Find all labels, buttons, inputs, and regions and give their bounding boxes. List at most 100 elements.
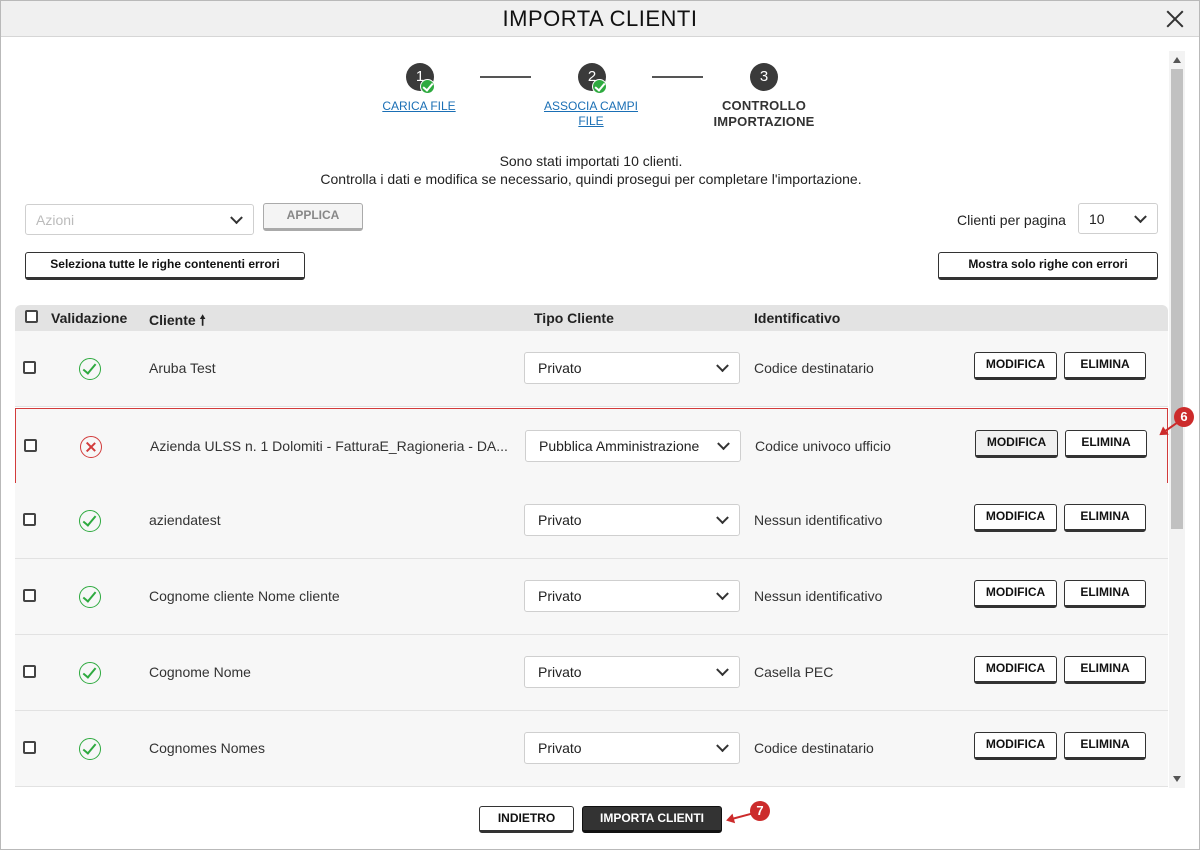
validation-ok-icon (79, 738, 101, 760)
step-1-link[interactable]: CARICA FILE (369, 99, 469, 114)
header-client-label: Cliente (149, 312, 196, 328)
row-checkbox[interactable] (23, 513, 36, 526)
table-row: aziendatest Privato Nessun identificativo M… (15, 483, 1168, 559)
validation-ok-icon (79, 358, 101, 380)
client-type-value: Pubblica Amministrazione (539, 438, 700, 454)
step-2-link[interactable]: ASSOCIA CAMPI FILE (536, 99, 646, 129)
client-type-select[interactable]: Privato (524, 656, 740, 688)
scroll-up-icon[interactable] (1173, 57, 1181, 63)
identifier: Codice destinatario (754, 360, 874, 376)
edit-button[interactable]: MODIFICA (974, 580, 1057, 608)
show-error-rows-button[interactable]: Mostra solo righe con errori (938, 252, 1158, 280)
apply-button[interactable]: APPLICA (263, 203, 363, 231)
validation-ok-icon (79, 662, 101, 684)
dialog-title: IMPORTA CLIENTI (502, 6, 698, 31)
sort-up-icon: 🠕 (199, 312, 206, 328)
back-button[interactable]: INDIETRO (479, 806, 574, 833)
chevron-down-icon (716, 663, 729, 677)
actions-select[interactable]: Azioni (25, 204, 254, 235)
per-page-select[interactable]: 10 (1078, 203, 1158, 234)
table-row: Aruba Test Privato Codice destinatario MODI… (15, 331, 1168, 407)
actions-select-placeholder: Azioni (36, 211, 75, 228)
client-name: Cognome cliente Nome cliente (149, 588, 340, 604)
row-checkbox[interactable] (23, 665, 36, 678)
table-row: Cognome Nome Privato Casella PEC MODIFICA EL… (15, 635, 1168, 711)
clients-table: Validazione Cliente 🠕 Tipo Cliente Ident… (15, 305, 1168, 787)
chevron-down-icon (1134, 209, 1147, 223)
identifier: Nessun identificativo (754, 512, 883, 528)
validation-ok-icon (79, 586, 101, 608)
client-name: Cognomes Nomes (149, 740, 265, 756)
edit-button[interactable]: MODIFICA (974, 352, 1057, 380)
identifier: Nessun identificativo (754, 588, 883, 604)
dialog-titlebar: IMPORTA CLIENTI (1, 1, 1199, 37)
table-row: Azienda ULSS n. 1 Dolomiti - FatturaE_Ra… (15, 408, 1168, 484)
client-type-select[interactable]: Privato (524, 580, 740, 612)
step-3-label-line2: IMPORTAZIONE (713, 114, 815, 129)
step-3-circle: 3 (750, 63, 778, 91)
header-identifier: Identificativo (754, 310, 841, 326)
delete-button[interactable]: ELIMINA (1065, 430, 1147, 458)
table-header: Validazione Cliente 🠕 Tipo Cliente Ident… (15, 305, 1168, 331)
step-1-check-icon (420, 79, 435, 94)
identifier: Codice univoco ufficio (755, 438, 891, 454)
import-clients-dialog: IMPORTA CLIENTI 1 CARICA FILE 2 ASSOCIA … (0, 0, 1200, 850)
delete-button[interactable]: ELIMINA (1064, 352, 1146, 380)
client-name: Azienda ULSS n. 1 Dolomiti - FatturaE_Ra… (150, 438, 508, 454)
close-icon[interactable] (1165, 9, 1185, 29)
client-type-value: Privato (538, 512, 582, 528)
step-connector (652, 76, 703, 78)
chevron-down-icon (716, 739, 729, 753)
select-all-checkbox[interactable] (25, 310, 38, 323)
scroll-thumb[interactable] (1171, 69, 1183, 529)
chevron-down-icon (716, 359, 729, 373)
step-2-check-icon (592, 79, 607, 94)
step-2-label-line1: ASSOCIA CAMPI (543, 99, 639, 113)
chevron-down-icon (717, 437, 730, 451)
per-page-label: Clienti per pagina (957, 212, 1066, 228)
identifier: Casella PEC (754, 664, 834, 680)
edit-button[interactable]: MODIFICA (974, 732, 1057, 760)
identifier: Codice destinatario (754, 740, 874, 756)
client-name: aziendatest (149, 512, 221, 528)
edit-button[interactable]: MODIFICA (974, 656, 1057, 684)
client-type-value: Privato (538, 360, 582, 376)
validation-error-icon (80, 436, 102, 458)
header-client-type: Tipo Cliente (534, 310, 614, 326)
annotation-badge-7: 7 (750, 801, 770, 821)
client-name: Aruba Test (149, 360, 216, 376)
select-error-rows-button[interactable]: Seleziona tutte le righe contenenti erro… (25, 252, 305, 280)
client-type-value: Privato (538, 588, 582, 604)
step-connector (480, 76, 531, 78)
client-name: Cognome Nome (149, 664, 251, 680)
step-2-label-line2: FILE (578, 114, 604, 128)
edit-button[interactable]: MODIFICA (974, 504, 1057, 532)
validation-ok-icon (79, 510, 101, 532)
table-row: Cognomes Nomes Privato Codice destinatario… (15, 711, 1168, 787)
row-checkbox[interactable] (23, 741, 36, 754)
step-3-label: CONTROLLO IMPORTAZIONE (704, 98, 824, 130)
delete-button[interactable]: ELIMINA (1064, 656, 1146, 684)
header-validation: Validazione (51, 310, 128, 326)
import-clients-button[interactable]: IMPORTA CLIENTI (582, 806, 722, 833)
client-type-select[interactable]: Privato (524, 732, 740, 764)
delete-button[interactable]: ELIMINA (1064, 504, 1146, 532)
client-type-select[interactable]: Privato (524, 352, 740, 384)
client-type-select[interactable]: Pubblica Amministrazione (525, 430, 741, 462)
row-checkbox[interactable] (23, 589, 36, 602)
client-type-select[interactable]: Privato (524, 504, 740, 536)
scroll-down-icon[interactable] (1173, 776, 1181, 782)
info-line-2: Controlla i dati e modifica se necessari… (320, 171, 862, 187)
edit-button[interactable]: MODIFICA (975, 430, 1058, 458)
chevron-down-icon (716, 587, 729, 601)
delete-button[interactable]: ELIMINA (1064, 732, 1146, 760)
chevron-down-icon (230, 210, 243, 224)
row-checkbox[interactable] (24, 439, 37, 452)
chevron-down-icon (716, 511, 729, 525)
client-type-value: Privato (538, 740, 582, 756)
table-row: Cognome cliente Nome cliente Privato Nessu… (15, 559, 1168, 635)
delete-button[interactable]: ELIMINA (1064, 580, 1146, 608)
annotation-arrow-7 (727, 812, 752, 821)
annotation-badge-6: 6 (1174, 407, 1194, 427)
row-checkbox[interactable] (23, 361, 36, 374)
